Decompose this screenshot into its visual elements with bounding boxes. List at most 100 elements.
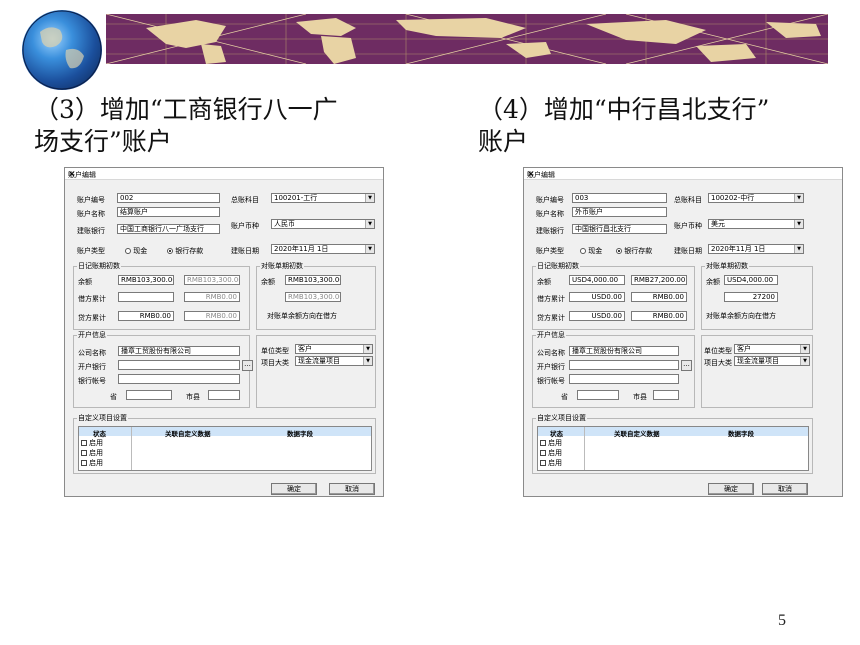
account-name-label: 账户名称 [536,210,564,218]
credit-local-input[interactable]: RMB0.00 [631,311,687,321]
ok-button[interactable]: 确定 [271,483,317,495]
custom-group-title: 自定义项目设置 [536,414,587,422]
account-name-input[interactable]: 结算账户 [117,207,220,217]
ledger-select[interactable]: 100202-中行 ▼ [708,193,804,203]
bank-input[interactable]: 中国工商银行八一广场支行 [117,224,220,234]
balance-local-input[interactable]: RMB27,200.00 [631,275,687,285]
dialog-title-bar: 账户编辑 ✕ [524,168,842,180]
open-info-title: 开户信息 [536,331,566,339]
currency-select[interactable]: 人民币 ▼ [271,219,375,229]
browse-button[interactable]: ... [242,360,253,371]
city-input[interactable] [653,390,679,400]
recon-balance-label: 余额 [706,278,720,286]
radio-checked-icon [616,248,622,254]
city-label: 市县 [633,393,647,401]
unit-type-select[interactable]: 客户 ▼ [295,344,373,354]
radio-icon [580,248,586,254]
credit-label: 贷方累计 [78,314,106,322]
radio-deposit-label: 银行存款 [624,247,653,255]
bank-account-label: 银行帐号 [78,377,106,385]
account-no-label: 账户编号 [77,196,105,204]
account-name-input[interactable]: 外币账户 [572,207,667,217]
cancel-button[interactable]: 取消 [762,483,808,495]
header-banner [106,14,828,64]
province-input[interactable] [577,390,619,400]
radio-cash[interactable]: 现金 [125,246,147,256]
journal-group-title: 日记账期初数 [77,262,121,270]
globe-icon [22,10,102,90]
currency-select[interactable]: 美元 ▼ [708,219,804,229]
chevron-down-icon: ▼ [363,357,372,365]
ledger-select[interactable]: 100201-工行 ▼ [271,193,375,203]
table-row[interactable]: 启用 [540,448,562,458]
enable-label: 启用 [548,449,562,457]
currency-label: 账户币种 [674,222,702,230]
account-no-input[interactable]: 002 [117,193,220,203]
debit-local-input[interactable]: RMB0.00 [631,292,687,302]
close-icon[interactable]: ✕ [527,170,838,180]
account-no-label: 账户编号 [536,196,564,204]
city-input[interactable] [208,390,240,400]
credit-input[interactable]: USD0.00 [569,311,625,321]
recon-balance-input[interactable]: RMB103,300.00 [285,275,341,285]
checkbox-icon [540,450,546,456]
table-header: 状态 关联自定义数据 数据字段 [538,427,808,438]
chevron-down-icon: ▼ [365,194,374,202]
date-picker[interactable]: 2020年11月 1日 ▼ [708,244,804,254]
col-custom: 关联自定义数据 [614,430,660,438]
recon-balance-local-input[interactable]: 27200 [724,292,778,302]
ledger-value: 100201-工行 [274,194,318,202]
province-label: 省 [561,393,568,401]
ledger-value: 100202-中行 [711,194,755,202]
province-label: 省 [110,393,117,401]
radio-cash-label: 现金 [133,247,148,255]
debit-label: 借方累计 [537,295,565,303]
table-row[interactable]: 启用 [81,458,103,468]
ledger-label: 总账科目 [674,196,702,204]
table-row[interactable]: 启用 [540,458,562,468]
cancel-button[interactable]: 取消 [329,483,375,495]
recon-balance-input[interactable]: USD4,000.00 [724,275,778,285]
city-label: 市县 [186,393,200,401]
radio-cash[interactable]: 现金 [580,246,602,256]
ok-button[interactable]: 确定 [708,483,754,495]
enable-label: 启用 [548,439,562,447]
chevron-down-icon: ▼ [365,220,374,228]
debit-input[interactable] [118,292,174,302]
account-type-label: 账户类型 [536,247,564,255]
balance-label: 余额 [78,278,92,286]
table-row[interactable]: 启用 [81,438,103,448]
open-bank-input[interactable] [569,360,679,370]
account-edit-dialog: 账户编辑 ✕ 账户编号 002 总账科目 100201-工行 ▼ 账户名称 结算账户… [64,167,384,497]
bank-account-input[interactable] [118,374,240,384]
credit-input[interactable]: RMB0.00 [118,311,174,321]
item-class-select[interactable]: 现金流量项目 ▼ [295,356,373,366]
item-class-value: 现金流量项目 [737,357,779,365]
item-class-select[interactable]: 现金流量项目 ▼ [734,356,810,366]
debit-input[interactable]: USD0.00 [569,292,625,302]
radio-deposit[interactable]: 银行存款 [616,246,652,256]
balance-input[interactable]: RMB103,300.00 [118,275,174,285]
company-label: 公司名称 [78,349,106,357]
browse-button[interactable]: ... [681,360,692,371]
company-input[interactable]: 播章工贸股份有限公司 [569,346,679,356]
caption-right: （4）增加“中行昌北支行” 账户 [478,95,770,156]
balance-input[interactable]: USD4,000.00 [569,275,625,285]
close-icon[interactable]: ✕ [68,170,379,180]
table-row[interactable]: 启用 [540,438,562,448]
open-bank-input[interactable] [118,360,240,370]
debit-local-input: RMB0.00 [184,292,240,302]
company-input[interactable]: 播章工贸股份有限公司 [118,346,240,356]
account-no-input[interactable]: 003 [572,193,667,203]
bank-input[interactable]: 中国银行昌北支行 [572,224,667,234]
radio-deposit[interactable]: 银行存款 [167,246,203,256]
checkbox-icon [540,460,546,466]
table-row[interactable]: 启用 [81,448,103,458]
date-picker[interactable]: 2020年11月 1日 ▼ [271,244,375,254]
unit-type-select[interactable]: 客户 ▼ [734,344,810,354]
item-class-label: 项目大类 [704,359,732,367]
bank-account-input[interactable] [569,374,679,384]
open-bank-label: 开户银行 [78,363,106,371]
province-input[interactable] [126,390,172,400]
open-info-title: 开户信息 [77,331,107,339]
